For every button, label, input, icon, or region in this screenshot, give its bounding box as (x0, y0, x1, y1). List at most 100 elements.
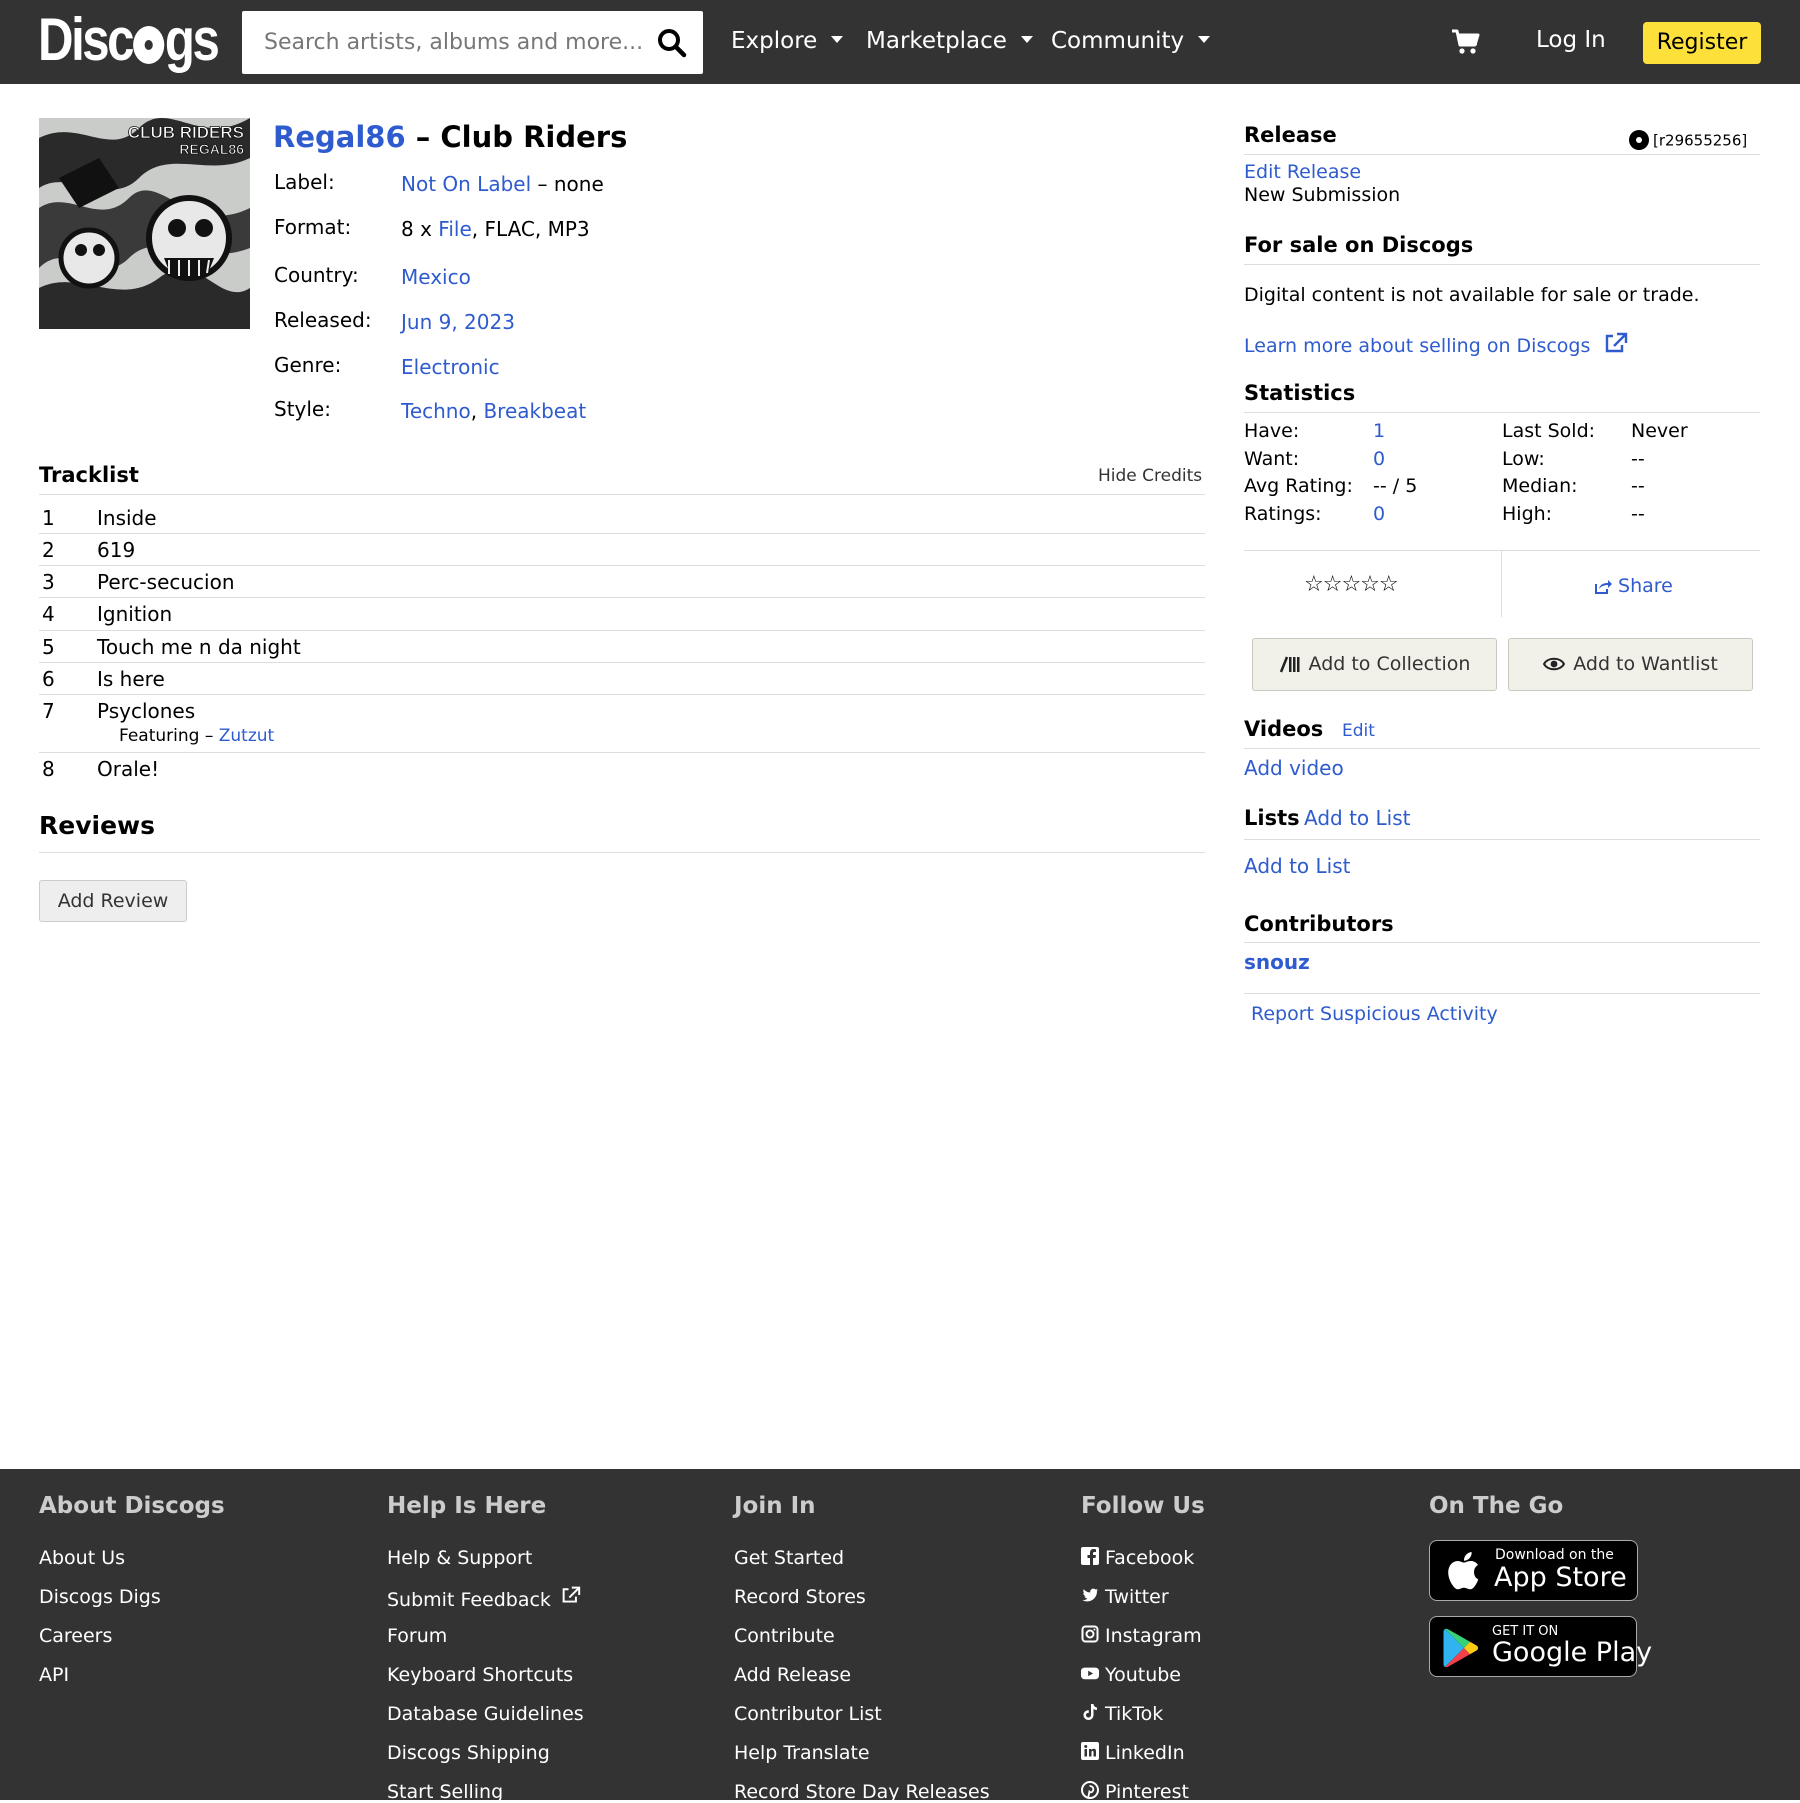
footer-link[interactable]: Help Translate (734, 1742, 870, 1764)
for-sale-text: Digital content is not available for sal… (1244, 284, 1700, 306)
style-breakbeat-link[interactable]: Breakbeat (483, 399, 586, 423)
median-price-value: -- (1631, 475, 1645, 497)
search-icon[interactable] (657, 28, 687, 58)
artist-link[interactable]: Regal86 (273, 120, 406, 154)
released-link[interactable]: Jun 9, 2023 (401, 310, 515, 334)
footer-link[interactable]: Discogs Shipping (387, 1742, 550, 1764)
svg-text:CLUB RIDERS: CLUB RIDERS (128, 123, 244, 142)
footer-link[interactable]: Get Started (734, 1547, 844, 1569)
register-button[interactable]: Register (1643, 22, 1761, 64)
track-title: Inside (97, 506, 157, 530)
label-link[interactable]: Not On Label (401, 172, 531, 196)
footer-heading-follow: Follow Us (1081, 1493, 1205, 1519)
add-to-collection-button[interactable]: Add to Collection (1252, 638, 1497, 691)
footer-link[interactable]: API (39, 1664, 69, 1686)
external-link-icon (1606, 332, 1628, 353)
footer-link[interactable]: Careers (39, 1625, 112, 1647)
google-play-badge[interactable]: GET IT ON Google Play (1429, 1616, 1652, 1677)
learn-more-selling-link[interactable]: Learn more about selling on Discogs (1244, 332, 1628, 357)
pinterest-icon (1081, 1780, 1099, 1799)
footer-link[interactable]: Forum (387, 1625, 447, 1647)
footer-link[interactable]: Add Release (734, 1664, 851, 1686)
logo-text: Disc (38, 6, 135, 73)
footer-link[interactable]: Discogs Digs (39, 1586, 161, 1608)
track-title: Psyclones (97, 699, 196, 723)
login-link[interactable]: Log In (1536, 27, 1606, 53)
report-suspicious-link[interactable]: Report Suspicious Activity (1251, 1003, 1498, 1025)
format-file-link[interactable]: File (438, 217, 471, 241)
apple-icon (1448, 1552, 1479, 1590)
credit-artist-link[interactable]: Zutzut (219, 726, 274, 746)
footer-link[interactable]: Contributor List (734, 1703, 882, 1725)
hide-credits-link[interactable]: Hide Credits (1098, 466, 1202, 486)
edit-release-link[interactable]: Edit Release (1244, 161, 1361, 183)
release-heading: Release (1244, 123, 1337, 147)
style-label: Style: (274, 397, 331, 421)
tracklist-heading: Tracklist (39, 463, 139, 487)
footer-youtube-link[interactable]: Youtube (1081, 1664, 1181, 1686)
google-play-icon (1443, 1628, 1478, 1668)
genre-link[interactable]: Electronic (401, 355, 500, 379)
star-icon: ☆☆☆☆☆ (1304, 572, 1399, 597)
divider (39, 852, 1205, 853)
release-title: Regal86 – Club Riders (273, 120, 628, 154)
footer-facebook-link[interactable]: Facebook (1081, 1546, 1194, 1569)
nav-marketplace[interactable]: Marketplace (866, 26, 1033, 56)
have-count-link[interactable]: 1 (1373, 420, 1385, 442)
rating-stars[interactable]: ☆☆☆☆☆ (1304, 572, 1399, 597)
avg-rating-value: -- / 5 (1373, 475, 1418, 497)
share-link[interactable]: Share (1594, 575, 1673, 597)
add-video-link[interactable]: Add video (1244, 756, 1344, 780)
add-to-list-link[interactable]: Add to List (1244, 854, 1350, 878)
footer-link[interactable]: About Us (39, 1547, 125, 1569)
contributor-link[interactable]: snouz (1244, 950, 1310, 974)
track-credit: Featuring – Zutzut (119, 726, 275, 746)
country-link[interactable]: Mexico (401, 265, 471, 289)
videos-edit-link[interactable]: Edit (1342, 721, 1375, 741)
track-number: 7 (42, 699, 55, 723)
nav-community[interactable]: Community (1051, 26, 1211, 56)
footer-link[interactable]: Record Stores (734, 1586, 866, 1608)
genre-label: Genre: (274, 353, 342, 377)
lists-heading: Lists (1244, 806, 1300, 830)
release-cover-image[interactable]: CLUB RIDERS REGAL86 (39, 118, 250, 329)
videos-heading: Videos (1244, 717, 1324, 741)
album-title: Club Riders (440, 120, 628, 154)
discogs-logo[interactable]: Disc gs (38, 6, 220, 73)
footer-link[interactable]: Help & Support (387, 1547, 532, 1569)
footer-tiktok-link[interactable]: TikTok (1081, 1703, 1163, 1725)
app-store-badge[interactable]: Download on the App Store (1429, 1540, 1638, 1601)
ratings-count-link[interactable]: 0 (1373, 503, 1385, 525)
search-input[interactable] (242, 11, 642, 74)
footer-link[interactable]: Contribute (734, 1625, 835, 1647)
cart-icon[interactable] (1451, 28, 1481, 56)
footer-link[interactable]: Database Guidelines (387, 1703, 584, 1725)
style-value: Techno, Breakbeat (401, 399, 587, 423)
footer-twitter-link[interactable]: Twitter (1081, 1586, 1169, 1608)
style-techno-link[interactable]: Techno (401, 399, 471, 423)
top-navigation-bar: Discgs Explore Marketplace Community Log… (0, 0, 1800, 84)
last-sold-value: Never (1631, 420, 1688, 442)
track-number: 1 (42, 506, 55, 530)
low-price-value: -- (1631, 448, 1645, 470)
chevron-down-icon (1198, 36, 1211, 43)
linkedin-icon (1081, 1741, 1099, 1760)
footer-heading-onthego: On The Go (1429, 1493, 1564, 1519)
chevron-down-icon (831, 36, 844, 43)
divider (39, 494, 1205, 495)
footer-linkedin-link[interactable]: LinkedIn (1081, 1741, 1185, 1764)
footer-link[interactable]: Submit Feedback (387, 1586, 581, 1611)
released-label: Released: (274, 308, 372, 332)
footer-link[interactable]: Keyboard Shortcuts (387, 1664, 573, 1686)
youtube-icon (1081, 1667, 1099, 1679)
footer-instagram-link[interactable]: Instagram (1081, 1625, 1202, 1647)
add-to-wantlist-button[interactable]: Add to Wantlist (1508, 638, 1753, 691)
track-number: 8 (42, 757, 55, 781)
nav-explore[interactable]: Explore (731, 26, 844, 56)
footer-heading-join: Join In (734, 1493, 816, 1519)
want-count-link[interactable]: 0 (1373, 448, 1385, 470)
svg-text:REGAL86: REGAL86 (179, 141, 244, 157)
lists-add-inline-link[interactable]: Add to List (1304, 806, 1410, 830)
add-review-button[interactable]: Add Review (39, 880, 187, 922)
format-value: 8 x File, FLAC, MP3 (401, 217, 590, 241)
